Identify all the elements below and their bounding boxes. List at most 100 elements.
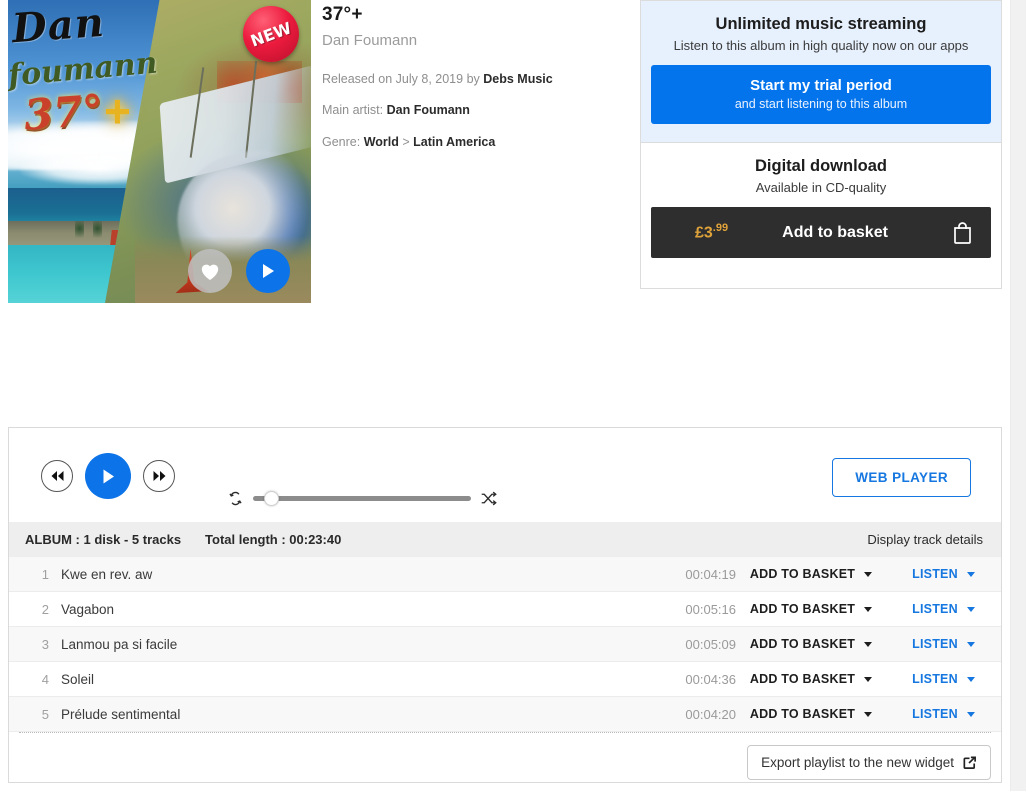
genre-separator: > xyxy=(398,134,414,149)
track-add-to-basket-button[interactable]: ADD TO BASKET xyxy=(736,602,886,616)
track-add-to-basket-label: ADD TO BASKET xyxy=(749,602,856,616)
track-listen-label: LISTEN xyxy=(912,672,958,686)
table-row[interactable]: 1 Kwe en rev. aw 00:04:19 ADD TO BASKET LIST… xyxy=(9,557,1001,592)
price-main: £3 xyxy=(695,224,713,242)
release-date: July 8, 2019 xyxy=(395,72,464,86)
add-to-basket-button[interactable]: £3.99 Add to basket xyxy=(651,207,991,258)
genre-primary[interactable]: World xyxy=(364,135,399,149)
track-duration: 00:05:09 xyxy=(685,636,736,652)
shuffle-icon[interactable] xyxy=(480,490,497,507)
track-listen-button[interactable]: LISTEN xyxy=(886,602,1001,616)
track-list: 1 Kwe en rev. aw 00:04:19 ADD TO BASKET LIST… xyxy=(9,557,1001,732)
track-add-to-basket-label: ADD TO BASKET xyxy=(749,567,856,581)
add-to-basket-label: Add to basket xyxy=(782,223,888,241)
fast-forward-icon xyxy=(153,471,165,481)
cover-tree-1 xyxy=(74,221,84,243)
main-artist-value[interactable]: Dan Foumann xyxy=(387,103,470,117)
track-title: Vagabon xyxy=(61,601,115,617)
export-playlist-label: Export playlist to the new widget xyxy=(761,755,954,770)
chevron-down-icon[interactable] xyxy=(966,607,975,613)
page-scrollbar[interactable] xyxy=(1010,0,1026,791)
purchase-panel: Unlimited music streaming Listen to this… xyxy=(640,0,1002,289)
chevron-down-icon[interactable] xyxy=(864,712,873,718)
favorite-button[interactable] xyxy=(188,249,232,293)
track-add-to-basket-button[interactable]: ADD TO BASKET xyxy=(736,707,886,721)
release-prefix: Released on xyxy=(322,72,396,86)
chevron-down-icon[interactable] xyxy=(966,712,975,718)
track-number: 1 xyxy=(41,566,49,582)
album-cover[interactable]: Dan foumann 37° + NEW xyxy=(8,0,311,303)
progress-slider[interactable] xyxy=(253,491,471,506)
track-add-to-basket-button[interactable]: ADD TO BASKET xyxy=(736,672,886,686)
external-link-icon xyxy=(963,756,976,769)
release-label[interactable]: Debs Music xyxy=(483,72,552,86)
player-panel: WEB PLAYER ALBUM : 1 disk - 5 tracks Tot… xyxy=(8,427,1002,783)
cover-title-dan: Dan xyxy=(10,0,107,53)
track-add-to-basket-button[interactable]: ADD TO BASKET xyxy=(736,567,886,581)
heart-icon xyxy=(201,264,219,281)
album-metadata: 37°+ Dan Foumann Released on July 8, 201… xyxy=(322,4,622,165)
track-duration: 00:04:36 xyxy=(685,671,736,687)
chevron-down-icon[interactable] xyxy=(864,677,873,683)
track-listen-label: LISTEN xyxy=(912,707,958,721)
track-listen-button[interactable]: LISTEN xyxy=(886,637,1001,651)
track-add-to-basket-label: ADD TO BASKET xyxy=(749,672,856,686)
track-listen-label: LISTEN xyxy=(912,567,958,581)
basket-icon xyxy=(954,222,971,244)
release-by: by xyxy=(463,72,484,86)
track-add-to-basket-label: ADD TO BASKET xyxy=(749,637,856,651)
album-total-length: Total length : 00:23:40 xyxy=(205,532,342,547)
new-badge-label: NEW xyxy=(248,17,294,51)
cover-title-plus: + xyxy=(104,85,131,137)
streaming-subtitle: Listen to this album in high quality now… xyxy=(673,38,969,53)
chevron-down-icon[interactable] xyxy=(966,677,975,683)
track-number: 4 xyxy=(41,671,49,687)
display-track-details-link[interactable]: Display track details xyxy=(867,532,983,547)
table-row[interactable]: 3 Lanmou pa si facile 00:05:09 ADD TO BASKE… xyxy=(9,627,1001,662)
web-player-button[interactable]: WEB PLAYER xyxy=(832,458,971,497)
previous-track-button[interactable] xyxy=(41,460,73,492)
export-row: Export playlist to the new widget xyxy=(9,733,1001,780)
download-title: Digital download xyxy=(755,157,887,175)
genre-secondary[interactable]: Latin America xyxy=(413,135,495,149)
chevron-down-icon[interactable] xyxy=(864,642,873,648)
cover-tree-2 xyxy=(92,221,102,243)
rewind-icon xyxy=(51,471,63,481)
chevron-down-icon[interactable] xyxy=(864,607,873,613)
repeat-icon[interactable] xyxy=(227,490,244,507)
progress-slider-thumb[interactable] xyxy=(263,491,279,506)
track-title: Kwe en rev. aw xyxy=(61,566,153,582)
track-title: Lanmou pa si facile xyxy=(61,636,178,652)
track-duration: 00:04:19 xyxy=(685,566,736,582)
download-subtitle: Available in CD-quality xyxy=(755,180,887,195)
track-duration: 00:04:20 xyxy=(685,706,736,722)
chevron-down-icon[interactable] xyxy=(966,642,975,648)
chevron-down-icon[interactable] xyxy=(864,572,873,578)
track-title: Prélude sentimental xyxy=(61,706,181,722)
playback-slider-row xyxy=(227,490,497,507)
track-number: 3 xyxy=(41,636,49,652)
table-row[interactable]: 4 Soleil 00:04:36 ADD TO BASKET LISTEN xyxy=(9,662,1001,697)
track-add-to-basket-button[interactable]: ADD TO BASKET xyxy=(736,637,886,651)
track-duration: 00:05:16 xyxy=(685,601,736,617)
track-add-to-basket-label: ADD TO BASKET xyxy=(749,707,856,721)
play-icon xyxy=(103,469,114,483)
track-listen-button[interactable]: LISTEN xyxy=(886,707,1001,721)
table-row[interactable]: 5 Prélude sentimental 00:04:20 ADD TO BASKE… xyxy=(9,697,1001,732)
play-icon xyxy=(263,264,274,278)
track-listen-label: LISTEN xyxy=(912,637,958,651)
play-pause-button[interactable] xyxy=(85,453,131,499)
download-section: Digital download Available in CD-quality… xyxy=(641,143,1001,288)
album-artist: Dan Foumann xyxy=(322,32,418,49)
next-track-button[interactable] xyxy=(143,460,175,492)
track-listen-button[interactable]: LISTEN xyxy=(886,672,1001,686)
chevron-down-icon[interactable] xyxy=(966,572,975,578)
track-listen-button[interactable]: LISTEN xyxy=(886,567,1001,581)
genre-info: Genre: World > Latin America xyxy=(322,134,622,150)
play-album-button[interactable] xyxy=(246,249,290,293)
export-playlist-button[interactable]: Export playlist to the new widget xyxy=(747,745,991,780)
start-trial-button[interactable]: Start my trial period and start listenin… xyxy=(651,65,991,124)
track-number: 2 xyxy=(41,601,49,617)
table-row[interactable]: 2 Vagabon 00:05:16 ADD TO BASKET LISTEN xyxy=(9,592,1001,627)
album-title: 37°+ xyxy=(322,4,363,25)
